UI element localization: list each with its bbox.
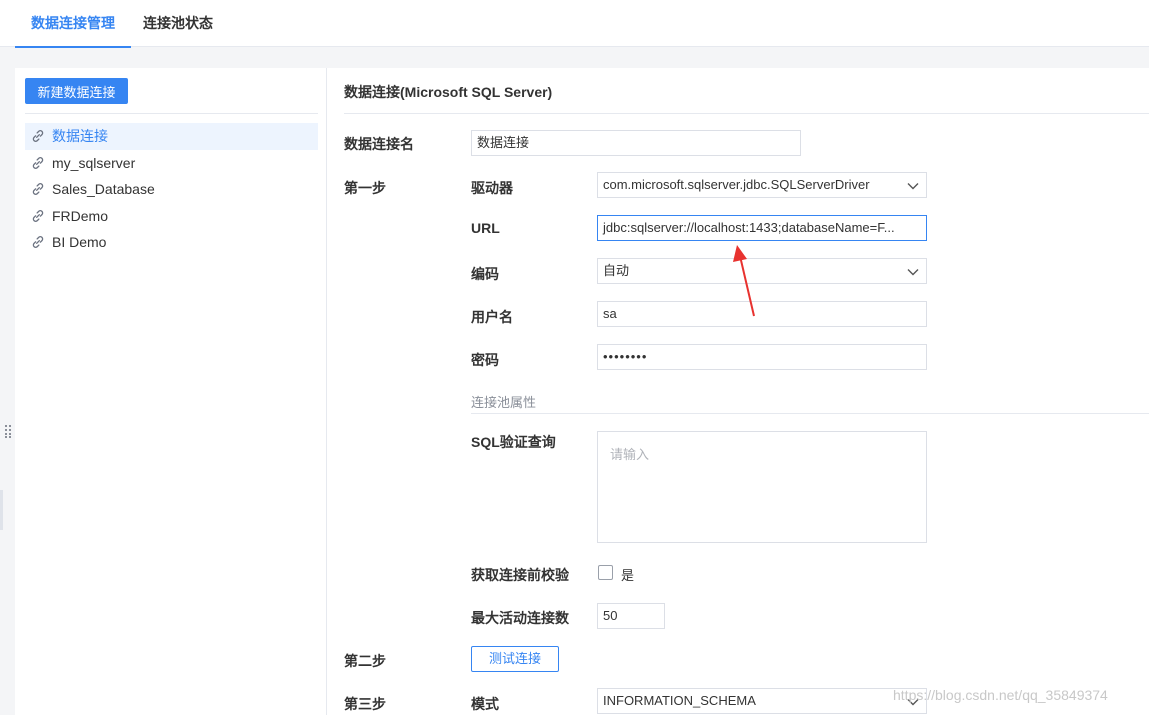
left-edge-strip (0, 490, 3, 530)
sql-validation-textarea[interactable]: 请输入 (597, 431, 927, 543)
tab-connection-management[interactable]: 数据连接管理 (15, 0, 131, 48)
title-divider (344, 113, 1149, 114)
url-input[interactable]: jdbc:sqlserver://localhost:1433;database… (597, 215, 927, 241)
watermark: https://blog.csdn.net/qq_35849374 (893, 687, 1108, 703)
max-active-input[interactable]: 50 (597, 603, 665, 629)
link-icon (32, 156, 44, 169)
connection-sidebar: 新建数据连接 数据连接 my_sqlserver Sales_Database … (15, 68, 327, 715)
connection-item[interactable]: BI Demo (25, 229, 318, 256)
pool-section-label: 连接池属性 (471, 395, 537, 410)
sql-validation-label: SQL验证查询 (471, 434, 556, 450)
connection-item[interactable]: 数据连接 (25, 123, 318, 150)
connection-list: 数据连接 my_sqlserver Sales_Database FRDemo … (25, 123, 318, 256)
sidebar-divider (25, 113, 318, 114)
top-tab-bar: 数据连接管理 连接池状态 (0, 0, 1149, 48)
connection-item[interactable]: FRDemo (25, 203, 318, 230)
password-label: 密码 (471, 352, 499, 368)
driver-label: 驱动器 (471, 180, 513, 196)
driver-select[interactable]: com.microsoft.sqlserver.jdbc.SQLServerDr… (597, 172, 927, 198)
connection-item-label: FRDemo (52, 207, 109, 224)
link-icon (32, 236, 44, 249)
driver-value: com.microsoft.sqlserver.jdbc.SQLServerDr… (603, 177, 870, 192)
step1-label: 第一步 (344, 180, 386, 196)
chevron-down-icon (907, 183, 919, 190)
username-input[interactable]: sa (597, 301, 927, 327)
link-icon (32, 183, 44, 196)
username-label: 用户名 (471, 309, 513, 325)
validate-before-option[interactable]: 是 (621, 565, 634, 584)
link-icon (32, 130, 44, 143)
main-panel: 新建数据连接 数据连接 my_sqlserver Sales_Database … (15, 68, 1149, 715)
validate-before-label: 获取连接前校验 (471, 567, 569, 583)
link-icon (32, 209, 44, 222)
pool-section-divider (471, 413, 1149, 414)
schema-label: 模式 (471, 696, 499, 712)
encoding-select[interactable]: 自动 (597, 258, 927, 284)
step2-label: 第二步 (344, 653, 386, 669)
encoding-value: 自动 (603, 263, 630, 278)
connection-form: 数据连接(Microsoft SQL Server) 数据连接名 数据连接 第一… (328, 68, 1149, 715)
tab-pool-status[interactable]: 连接池状态 (143, 0, 213, 47)
encoding-label: 编码 (471, 266, 499, 282)
connection-item-label: 数据连接 (52, 128, 108, 145)
drag-handle-icon[interactable] (5, 425, 11, 439)
form-title: 数据连接(Microsoft SQL Server) (344, 84, 553, 100)
connection-item-label: Sales_Database (52, 181, 155, 198)
connection-name-label: 数据连接名 (344, 136, 414, 152)
connection-item[interactable]: my_sqlserver (25, 150, 318, 177)
schema-value: INFORMATION_SCHEMA (603, 693, 756, 708)
connection-item-label: BI Demo (52, 234, 107, 251)
schema-select[interactable]: INFORMATION_SCHEMA (597, 688, 927, 714)
test-connection-button[interactable]: 测试连接 (471, 646, 559, 672)
validate-before-checkbox[interactable] (598, 565, 613, 580)
new-connection-button[interactable]: 新建数据连接 (25, 78, 128, 104)
max-active-label: 最大活动连接数 (471, 610, 569, 626)
connection-name-input[interactable]: 数据连接 (471, 130, 801, 156)
step3-label: 第三步 (344, 696, 386, 712)
url-label: URL (471, 220, 500, 236)
connection-item[interactable]: Sales_Database (25, 176, 318, 203)
chevron-down-icon (907, 269, 919, 276)
connection-item-label: my_sqlserver (52, 154, 136, 171)
password-input[interactable]: •••••••• (597, 344, 927, 370)
